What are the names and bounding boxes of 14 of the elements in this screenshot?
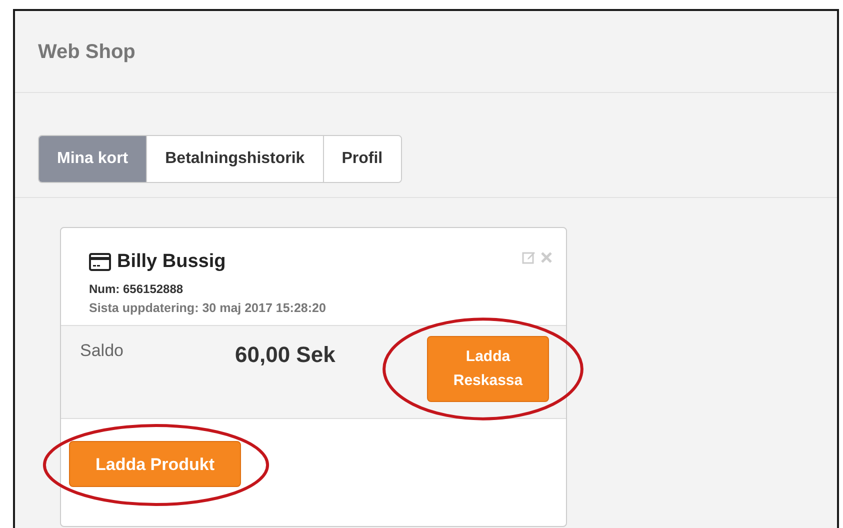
close-icon[interactable] <box>541 252 552 262</box>
credit-card-icon <box>89 253 111 272</box>
page-title: Web Shop <box>38 40 136 64</box>
edit-icon[interactable] <box>522 250 536 264</box>
balance-amount: 60,00 Sek <box>235 341 336 370</box>
tab[interactable]: Betalningshistorik <box>146 136 323 182</box>
tab[interactable]: Mina kort <box>39 136 146 182</box>
balance-label: Saldo <box>80 340 124 362</box>
action-button[interactable]: Ladda Reskassa <box>427 336 549 402</box>
card-holder-name: Billy Bussig <box>117 250 226 274</box>
last-updated: Sista uppdatering: 30 maj 2017 15:28:20 <box>89 300 327 317</box>
card-number: Num: 656152888 <box>89 280 184 298</box>
tab[interactable]: Profil <box>322 136 401 182</box>
action-button[interactable]: Ladda Produkt <box>69 441 241 488</box>
